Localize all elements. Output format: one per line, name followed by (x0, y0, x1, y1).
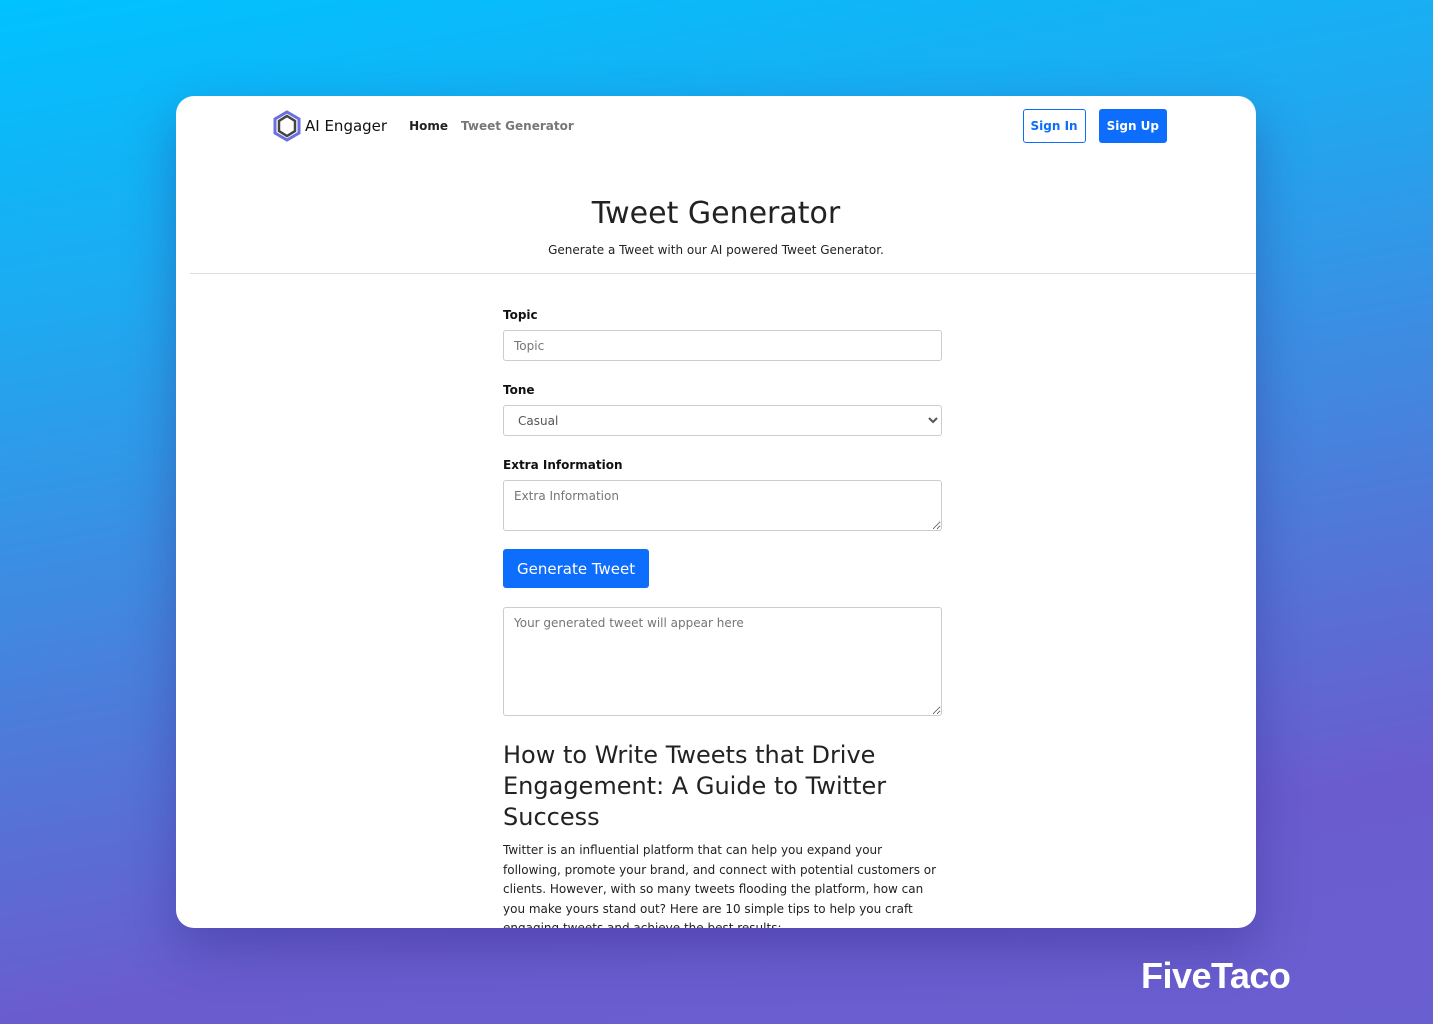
sign-in-button[interactable]: Sign In (1022, 109, 1086, 143)
fivetaco-watermark: FiveTaco (1141, 955, 1291, 996)
sign-up-button[interactable]: Sign Up (1098, 109, 1167, 143)
extra-information-input[interactable] (503, 480, 942, 531)
tone-select[interactable]: Casual (503, 405, 942, 436)
extra-label: Extra Information (503, 458, 623, 472)
app-window: AI Engager Home Tweet Generator Sign In … (176, 96, 1256, 928)
hexagon-logo-icon (273, 110, 301, 142)
nav-tweet-generator[interactable]: Tweet Generator (461, 119, 574, 133)
topic-label: Topic (503, 308, 538, 322)
generate-tweet-button[interactable]: Generate Tweet (503, 549, 650, 588)
page-subtitle: Generate a Tweet with our AI powered Twe… (548, 243, 884, 257)
generated-tweet-output[interactable] (503, 607, 942, 716)
divider (190, 273, 1256, 274)
brand[interactable]: AI Engager (273, 110, 387, 142)
article-body: Twitter is an influential platform that … (503, 843, 937, 928)
page-title: Tweet Generator (591, 196, 841, 231)
nav-home[interactable]: Home (409, 119, 448, 133)
brand-name: AI Engager (305, 117, 388, 135)
tone-label: Tone (503, 383, 535, 397)
topic-input[interactable] (503, 330, 942, 361)
article-title: How to Write Tweets that Drive Engagemen… (503, 741, 887, 831)
navbar: AI Engager Home Tweet Generator Sign In … (273, 109, 1167, 143)
tweet-form: Topic Tone Casual Extra Information Gene… (503, 308, 942, 928)
